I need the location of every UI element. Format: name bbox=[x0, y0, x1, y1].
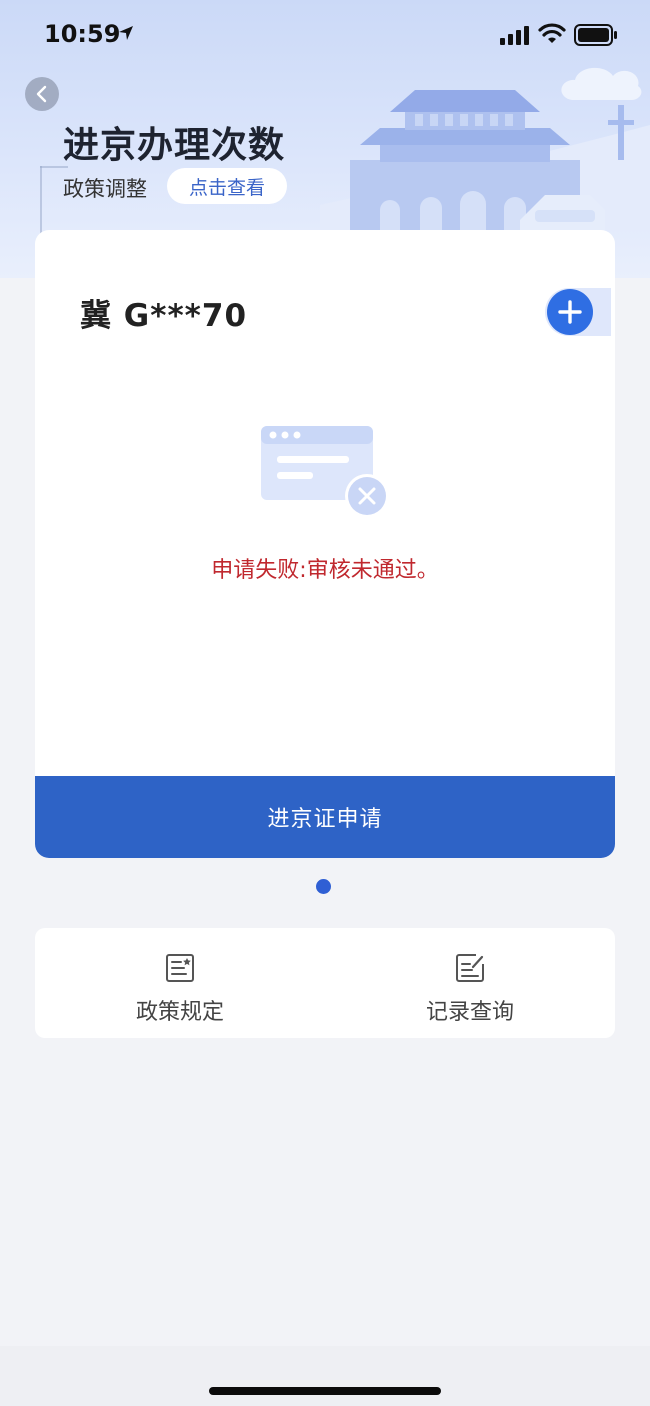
status-time: 10:59 bbox=[44, 20, 121, 48]
add-vehicle-tab[interactable] bbox=[545, 288, 611, 336]
add-vehicle-button[interactable] bbox=[547, 289, 593, 335]
policy-document-icon bbox=[166, 954, 194, 982]
status-bar: 10:59 bbox=[0, 0, 650, 70]
menu-item-policy[interactable]: 政策规定 bbox=[35, 928, 325, 1038]
record-edit-icon bbox=[456, 954, 484, 982]
chevron-left-icon bbox=[36, 85, 47, 103]
application-failed-illustration bbox=[261, 426, 389, 518]
cellular-signal-icon bbox=[500, 26, 529, 45]
wifi-icon bbox=[538, 23, 566, 43]
back-button[interactable] bbox=[25, 77, 59, 111]
plate-number: 冀 G***70 bbox=[80, 298, 248, 334]
bottom-menu: 政策规定 记录查询 bbox=[35, 928, 615, 1038]
application-status-message: 申请失败:审核未通过。 bbox=[211, 558, 439, 583]
battery-icon bbox=[574, 24, 617, 46]
carousel-page-indicator bbox=[316, 879, 331, 894]
menu-item-label: 政策规定 bbox=[135, 1000, 224, 1025]
location-arrow-icon bbox=[119, 26, 133, 40]
plus-icon bbox=[558, 300, 582, 324]
menu-item-label: 记录查询 bbox=[425, 1000, 514, 1025]
menu-item-records[interactable]: 记录查询 bbox=[325, 928, 615, 1038]
home-indicator-area bbox=[0, 1346, 650, 1406]
tiananmen-skyline-illustration bbox=[320, 67, 650, 230]
view-policy-button[interactable]: 点击查看 bbox=[167, 168, 287, 204]
policy-change-label: 政策调整 bbox=[63, 177, 147, 201]
vehicle-card: 冀 G***70 申请失败:审核未通过。 进京证申请 bbox=[35, 230, 615, 858]
apply-entry-permit-button[interactable]: 进京证申请 bbox=[35, 776, 615, 858]
page-title: 进京办理次数 bbox=[63, 125, 286, 166]
home-indicator[interactable] bbox=[209, 1387, 441, 1395]
